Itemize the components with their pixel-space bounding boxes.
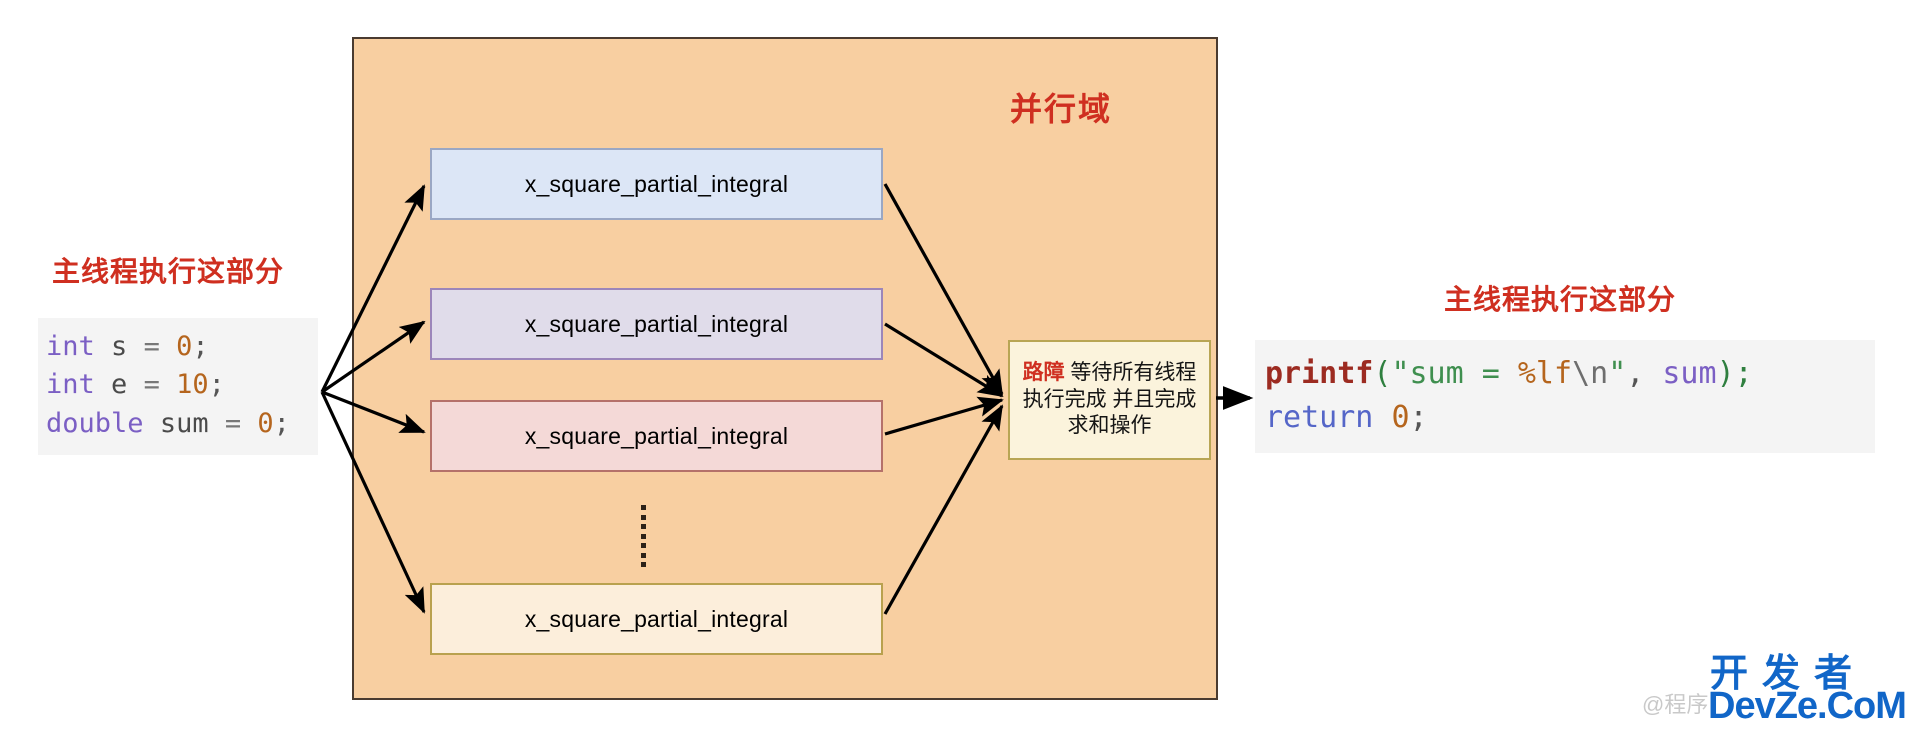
code-line: double sum = 0; [46, 405, 310, 443]
code-token: sum [1662, 356, 1717, 391]
code-token: " [1608, 356, 1627, 391]
code-token: ; [273, 407, 290, 439]
worker-box-0-label: x_square_partial_integral [524, 170, 789, 197]
worker-box-0[interactable]: x_square_partial_integral [430, 148, 883, 220]
code-line: return 0; [1265, 396, 1865, 440]
code-token: s [111, 331, 128, 362]
barrier-box[interactable]: 路障 等待所有线程执行完成 并且完成求和操作 [1008, 340, 1211, 460]
worker-box-1-label: x_square_partial_integral [524, 310, 789, 337]
code-token: , [1626, 356, 1663, 391]
code-token: 0 [1391, 399, 1410, 435]
code-token: 0 [176, 331, 193, 362]
code-token: e [111, 369, 128, 401]
barrier-keyword: 路障 [1022, 360, 1065, 384]
code-line: printf("sum = %lf\n", sum); [1265, 352, 1865, 396]
label-main-thread-right: 主线程执行这部分 [1444, 284, 1677, 315]
code-token: int [46, 331, 95, 362]
code-token: = [208, 407, 258, 439]
code-token: int [46, 369, 95, 401]
worker-box-1[interactable]: x_square_partial_integral [430, 288, 883, 360]
code-token: ) [1716, 356, 1735, 391]
vertical-ellipsis-icon [637, 505, 649, 567]
worker-box-3-label: x_square_partial_integral [524, 605, 789, 632]
code-token: %lf [1517, 356, 1573, 391]
code-block-main-init[interactable]: int s = 0; int e = 10; double sum = 0; [38, 318, 318, 455]
worker-box-3[interactable]: x_square_partial_integral [430, 583, 883, 655]
parallel-region-title: 并行域 [1010, 91, 1113, 127]
worker-box-2-label: x_square_partial_integral [524, 422, 789, 449]
code-token: sum = [1409, 356, 1518, 391]
code-token: 0 [257, 407, 274, 439]
code-token: printf [1265, 356, 1374, 391]
code-token: = [127, 369, 177, 401]
code-line: int s = 0; [46, 328, 310, 366]
code-token: ; [1734, 356, 1753, 391]
code-token: double [46, 407, 144, 439]
watermark-site-text: DevZe.CoM [1708, 685, 1906, 727]
barrier-text: 路障 等待所有线程执行完成 并且完成求和操作 [1016, 360, 1203, 441]
worker-box-2[interactable]: x_square_partial_integral [430, 400, 883, 472]
code-token: \n [1572, 356, 1609, 391]
code-block-main-print[interactable]: printf("sum = %lf\n", sum); return 0; [1255, 340, 1875, 453]
code-line: int e = 10; [46, 366, 310, 404]
code-token: ; [208, 369, 225, 401]
code-token: ( [1373, 356, 1392, 391]
code-token: ; [1409, 399, 1428, 435]
diagram-canvas: 并行域 x_square_partial_integral x_square_p… [0, 0, 1906, 734]
code-token: ; [192, 331, 209, 362]
code-token: sum [159, 407, 209, 439]
watermark: @程序 开发者 DevZe.CoM [1642, 655, 1906, 731]
code-token: return [1265, 399, 1374, 435]
watermark-author: @程序 [1642, 692, 1709, 717]
code-token: = [127, 331, 177, 362]
code-token: " [1391, 356, 1410, 391]
code-token: 10 [176, 369, 209, 401]
label-main-thread-left: 主线程执行这部分 [52, 256, 285, 287]
